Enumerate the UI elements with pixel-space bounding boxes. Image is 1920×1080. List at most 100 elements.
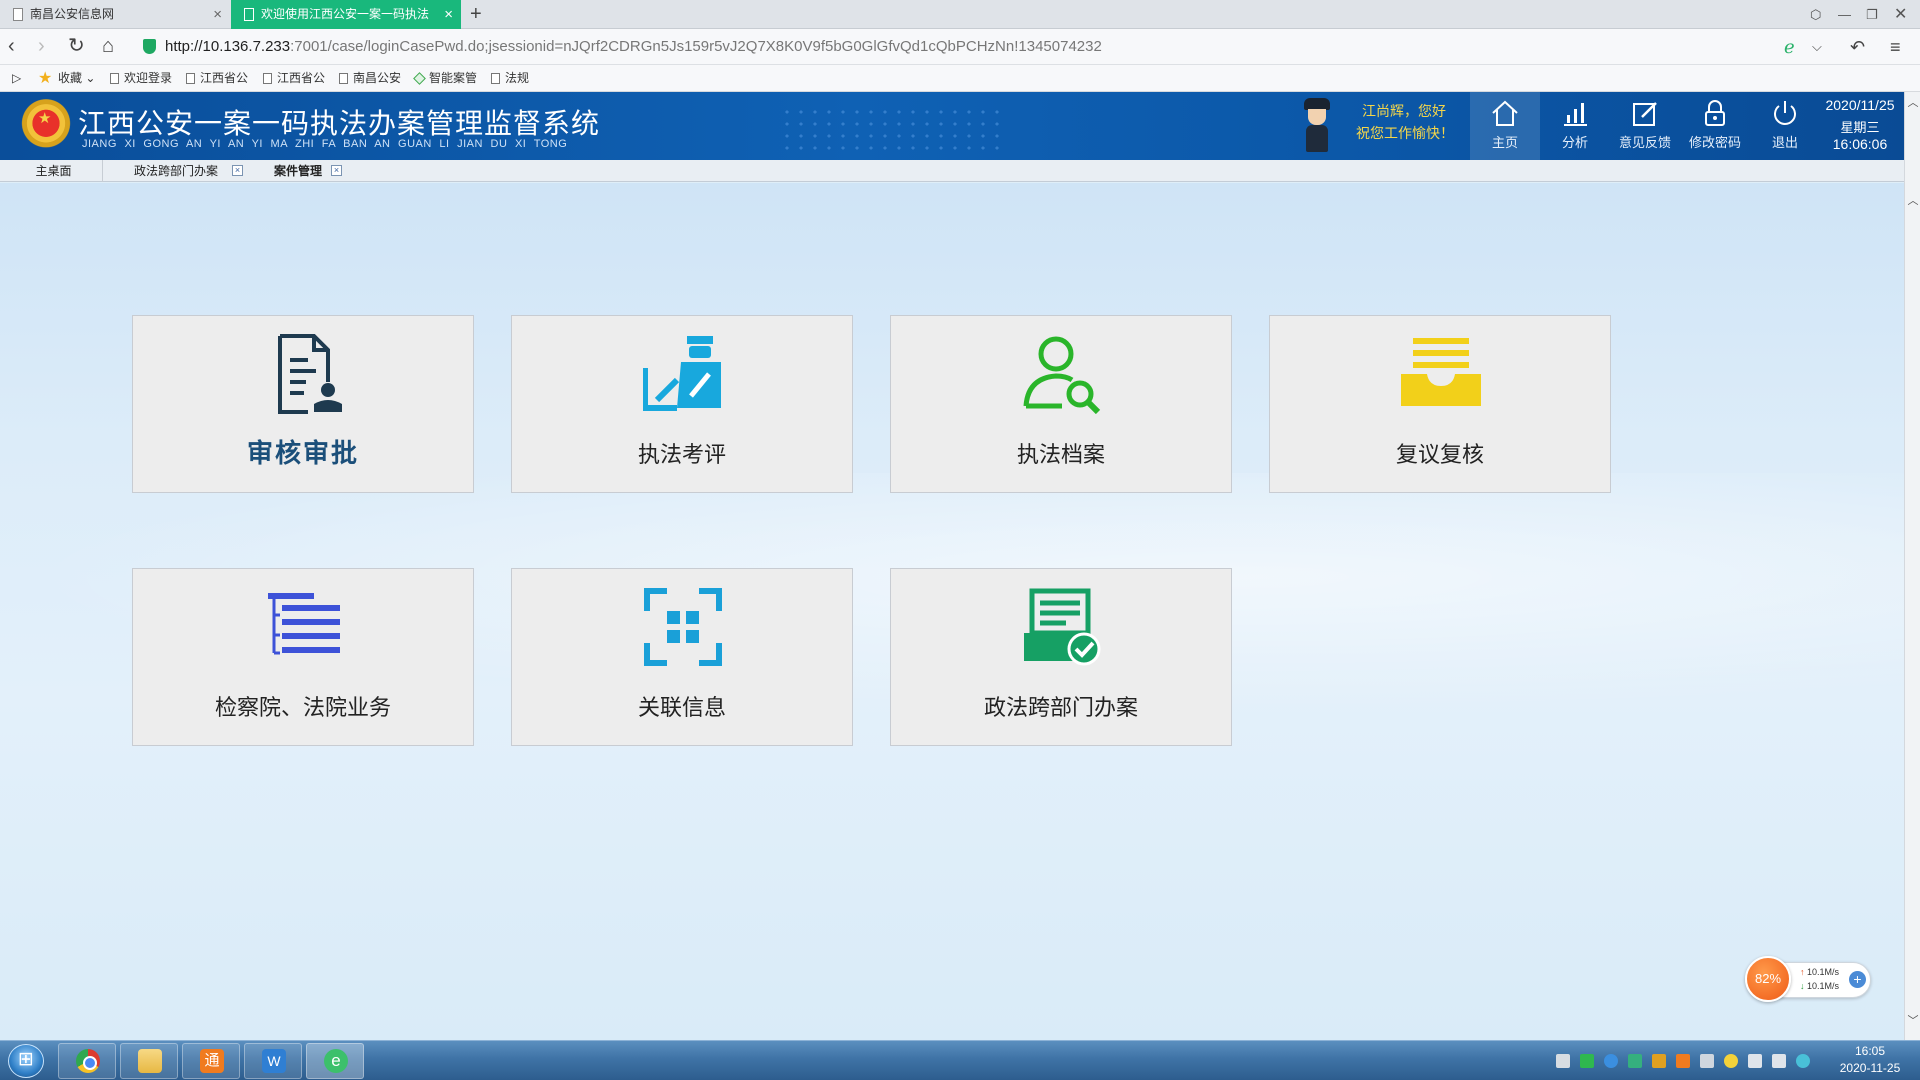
ie-browser-icon: e (324, 1049, 348, 1073)
url-path: :7001/case/loginCasePwd.do;jsessionid=nJ… (290, 38, 1102, 55)
power-icon (1774, 101, 1796, 125)
bookmark-item[interactable]: 法规 (489, 65, 529, 92)
skin-icon[interactable]: ⬡ (1810, 0, 1821, 29)
taskbar-app-tong[interactable]: 通 (182, 1043, 240, 1079)
tab-main-desktop[interactable]: 主桌面 (5, 160, 103, 182)
tile-related-information[interactable]: 关联信息 (511, 568, 853, 746)
tile-law-enforcement-archive[interactable]: 执法档案 (890, 315, 1232, 493)
bookmark-label: 江西省公 (200, 71, 249, 85)
app-tray-icon[interactable] (1580, 1054, 1594, 1068)
tile-audit-approval[interactable]: 审核审批 (132, 315, 474, 493)
bookmark-label: 南昌公安 (353, 71, 402, 85)
network-tray-icon[interactable] (1604, 1054, 1618, 1068)
memory-usage-ball[interactable]: 82% (1745, 956, 1791, 1002)
nav-logout-button[interactable]: 退出 (1750, 92, 1820, 160)
start-button[interactable] (8, 1044, 44, 1078)
app-header: 江西公安一案一码执法办案管理监督系统 JIANG XI GONG AN YI A… (0, 92, 1904, 160)
tile-reconsideration-review[interactable]: 复议复核 (1269, 315, 1611, 493)
keyboard-icon[interactable] (1556, 1054, 1570, 1068)
bookmark-item[interactable]: 南昌公安 (337, 65, 401, 92)
page-icon (110, 73, 119, 84)
nav-label: 退出 (1771, 135, 1798, 150)
new-tab-button[interactable]: + (470, 0, 482, 28)
header-time: 16:06:06 (1832, 136, 1888, 152)
address-bar: ‹ › ↻ ⌂ http://10.136.7.233:7001/case/lo… (0, 29, 1920, 65)
page-icon (186, 73, 195, 84)
volume-muted-icon[interactable] (1748, 1054, 1762, 1068)
taskbar-app-chrome[interactable] (58, 1043, 116, 1079)
scroll-up-arrow-icon[interactable]: ︿ (1905, 94, 1920, 110)
tile-law-enforcement-evaluation[interactable]: 执法考评 (511, 315, 853, 493)
home-button[interactable]: ⌂ (102, 33, 114, 59)
scroll-down-arrow-icon[interactable]: ﹀ (1905, 1012, 1920, 1028)
menu-icon[interactable]: ≡ (1890, 34, 1901, 60)
bookmark-item[interactable]: 智能案管 (413, 65, 477, 92)
nav-home-button[interactable]: 主页 (1470, 92, 1540, 160)
compat-mode-icon[interactable]: ℯ (1784, 34, 1795, 60)
close-window-button[interactable]: ✕ (1894, 0, 1907, 29)
scan-grid-icon (644, 588, 722, 666)
header-date: 2020/11/25 (1825, 97, 1895, 113)
close-icon[interactable]: × (232, 165, 243, 176)
minimize-button[interactable]: — (1838, 0, 1851, 29)
list-tree-icon (268, 593, 340, 655)
browser-tab[interactable]: 南昌公安信息网 × (0, 0, 230, 29)
tile-label: 检察院、法院业务 (214, 695, 391, 720)
plus-icon[interactable]: + (1849, 971, 1866, 988)
page-icon (13, 8, 23, 21)
bookmark-item[interactable]: 欢迎登录 (108, 65, 172, 92)
shield-tray-icon[interactable] (1652, 1054, 1666, 1068)
upload-speed: ↑ 10.1M/s (1800, 967, 1840, 977)
edit-icon (1633, 102, 1657, 126)
nav-analysis-button[interactable]: 分析 (1540, 92, 1610, 160)
app-title: 江西公安一案一码执法办案管理监督系统 (78, 108, 601, 139)
page-icon (491, 73, 500, 84)
tab-cross-department[interactable]: 政法跨部门办案 (134, 160, 218, 182)
reload-button[interactable]: ↻ (68, 33, 85, 59)
ime-tray-icon[interactable] (1796, 1054, 1810, 1068)
nav-change-password-button[interactable]: 修改密码 (1680, 92, 1750, 160)
taskbar-app-files[interactable] (120, 1043, 178, 1079)
close-icon[interactable]: × (213, 0, 222, 29)
network-speed-widget[interactable]: 82% ↑ 10.1M/s ↓ 10.1M/s + (1745, 956, 1873, 1002)
close-icon[interactable]: × (444, 0, 453, 29)
police-emblem-logo (20, 99, 72, 153)
dropdown-chevron-icon[interactable]: ⌵ (1812, 34, 1822, 60)
lock-icon (1705, 100, 1725, 126)
tile-procuratorate-court-business[interactable]: 检察院、法院业务 (132, 568, 474, 746)
plugin-tray-icon[interactable] (1724, 1054, 1738, 1068)
restore-button[interactable]: ❐ (1866, 0, 1878, 29)
header-decoration (780, 106, 1000, 156)
officer-avatar (1302, 98, 1332, 152)
undo-icon[interactable]: ↶ (1850, 34, 1865, 60)
forward-button[interactable]: › (38, 33, 45, 59)
bookmark-label: 法规 (505, 71, 530, 85)
url-field[interactable]: http://10.136.7.233:7001/case/loginCaseP… (165, 29, 1102, 65)
security-tray-icon[interactable] (1628, 1054, 1642, 1068)
vertical-scrollbar[interactable]: ︿ ︿ ﹀ (1904, 92, 1920, 1040)
browser-tab-title: 南昌公安信息网 (30, 7, 115, 21)
taskbar-app-browser[interactable]: e (306, 1043, 364, 1079)
folder-icon (138, 1049, 162, 1073)
bookmark-item[interactable]: 江西省公 (261, 65, 325, 92)
tile-label: 复议复核 (1395, 442, 1484, 467)
back-button[interactable]: ‹ (8, 33, 15, 59)
tile-label: 关联信息 (637, 695, 726, 720)
secure-shield-icon (143, 39, 156, 54)
scroll-up-arrow-icon[interactable]: ︿ (1905, 192, 1920, 208)
close-icon[interactable]: × (331, 165, 342, 176)
sidebar-toggle-icon[interactable]: ▷ (12, 65, 21, 92)
browser-tab-active[interactable]: 欢迎使用江西公安一案一码执法 × (231, 0, 461, 29)
bookmark-favorites[interactable]: ★ 收藏 ⌄ (38, 65, 95, 92)
download-speed: ↓ 10.1M/s (1800, 981, 1840, 991)
system-clock[interactable]: 16:05 2020-11-25 (1828, 1043, 1912, 1077)
bookmark-item[interactable]: 江西省公 (184, 65, 248, 92)
tab-case-management[interactable]: 案件管理 (274, 160, 322, 182)
nav-feedback-button[interactable]: 意见反馈 (1610, 92, 1680, 160)
flag-tray-icon[interactable] (1700, 1054, 1714, 1068)
tile-label: 执法档案 (1016, 442, 1105, 467)
tile-cross-department-case[interactable]: 政法跨部门办案 (890, 568, 1232, 746)
taskbar-app-work[interactable]: W (244, 1043, 302, 1079)
display-tray-icon[interactable] (1772, 1054, 1786, 1068)
tong-tray-icon[interactable] (1676, 1054, 1690, 1068)
